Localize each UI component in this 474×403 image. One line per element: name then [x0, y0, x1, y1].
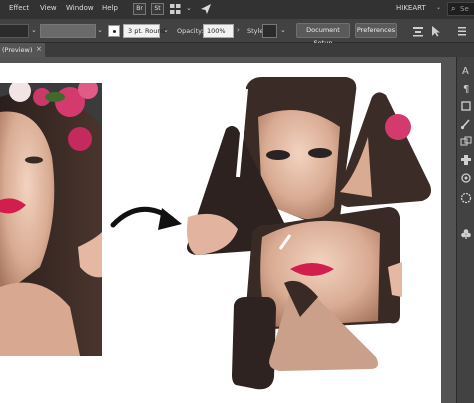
arrange-chevron-icon[interactable]: ⌄ [186, 4, 192, 12]
menu-help[interactable]: Help [102, 4, 118, 12]
search-icon: ⌕ [451, 4, 456, 13]
workspace-switcher[interactable]: HIKEART [396, 4, 426, 12]
piece-bottom-left[interactable] [232, 297, 276, 390]
svg-text:¶: ¶ [463, 84, 469, 95]
fragmented-portrait[interactable] [187, 77, 431, 390]
align-icon[interactable] [412, 25, 424, 37]
close-tab-icon[interactable]: × [36, 45, 42, 53]
brushes-icon[interactable] [459, 117, 473, 131]
graphic-styles-icon[interactable] [459, 153, 473, 167]
opacity-label: Opacity: [177, 27, 204, 35]
type-icon[interactable]: A [459, 63, 473, 77]
brush-definition-field[interactable]: 3 pt. Round [123, 24, 166, 38]
artwork[interactable] [0, 57, 456, 403]
menu-effect[interactable]: Effect [9, 4, 29, 12]
document-tab[interactable]: (Preview) × [0, 43, 45, 57]
control-bar: ⌄ ⌄ 3 pt. Round ⌄ Opacity: 100% › Style:… [0, 19, 474, 47]
right-panel-dock: A ¶ [456, 57, 474, 403]
search-placeholder: Se [460, 5, 469, 13]
search-input[interactable]: ⌕ Se [447, 2, 474, 16]
paragraph-icon[interactable]: ¶ [459, 81, 473, 95]
libraries-icon[interactable] [459, 191, 473, 205]
stroke-weight-field[interactable] [40, 24, 96, 38]
style-chevron-icon[interactable]: ⌄ [280, 26, 286, 34]
opacity-field[interactable]: 100% [203, 24, 234, 38]
canvas[interactable] [0, 57, 456, 403]
arrange-documents-icon[interactable] [170, 4, 181, 14]
fill-field[interactable] [0, 24, 29, 38]
symbols-icon[interactable] [459, 135, 473, 149]
bridge-button[interactable]: Br [133, 3, 146, 15]
original-photo[interactable] [0, 79, 102, 356]
stroke-chevron-icon[interactable]: ⌄ [97, 26, 103, 34]
selection-icon[interactable] [430, 25, 442, 37]
svg-text:A: A [462, 66, 469, 77]
curved-arrow-icon [110, 206, 182, 230]
panel-menu-icon[interactable] [456, 25, 468, 37]
brush-chevron-icon[interactable]: ⌄ [163, 26, 169, 34]
document-tab-label: (Preview) [2, 46, 33, 54]
fill-chevron-icon[interactable]: ⌄ [31, 26, 37, 34]
appearance-icon[interactable] [459, 171, 473, 185]
menu-window[interactable]: Window [66, 4, 94, 12]
gpu-performance-icon[interactable] [200, 3, 212, 15]
workspace-chevron-icon[interactable]: ⌄ [436, 4, 441, 11]
preferences-button[interactable]: Preferences [355, 23, 397, 38]
stock-button[interactable]: St [151, 3, 164, 15]
style-swatch[interactable] [262, 24, 277, 38]
menu-view[interactable]: View [40, 4, 57, 12]
document-tab-bar: (Preview) × [0, 43, 474, 57]
opacity-chevron-icon[interactable]: › [237, 26, 240, 34]
menu-bar: Effect View Window Help Br St ⌄ HIKEART … [0, 0, 474, 19]
document-setup-button[interactable]: Document Setup [296, 23, 350, 47]
club-icon[interactable] [459, 227, 473, 241]
brush-dot-icon [113, 30, 116, 33]
swatches-icon[interactable] [459, 99, 473, 113]
